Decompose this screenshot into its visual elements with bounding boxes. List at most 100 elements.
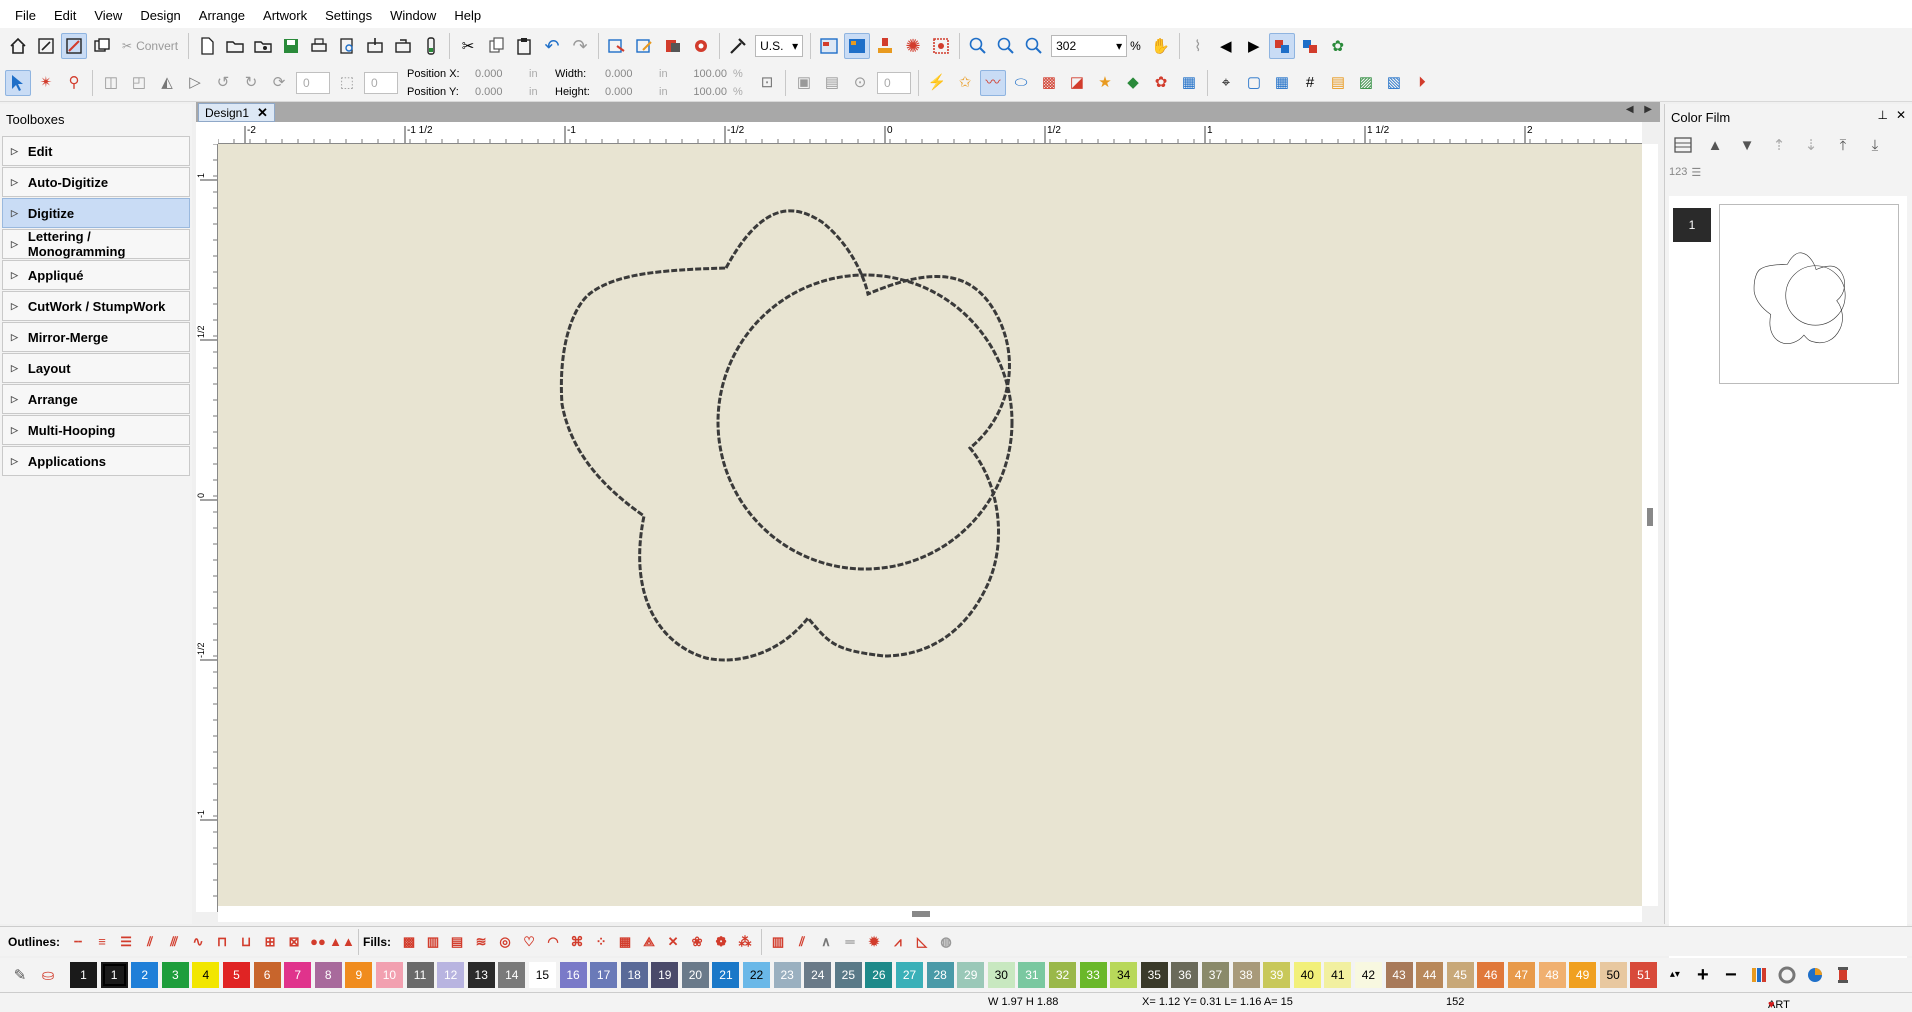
select-by-color-icon[interactable] [604,33,630,59]
ungroup-icon[interactable]: ▤ [819,70,845,96]
position-x-field[interactable]: 0.000 [475,65,523,83]
applique-icon[interactable]: ◪ [1064,70,1090,96]
print-preview-icon[interactable] [334,33,360,59]
group-spinner[interactable]: 0 [877,71,911,94]
stamp-icon[interactable] [872,33,898,59]
skew-spinner[interactable]: 0 [364,71,398,94]
fill-sketch-icon[interactable]: ⫽ [791,931,813,953]
cross-stitch-line-icon[interactable]: ⊠ [283,931,305,953]
color-swatch[interactable]: 8 [314,962,342,988]
beads-icon[interactable]: ●● [307,931,329,953]
color-swatch[interactable]: 14 [498,962,526,988]
toolbox-edit[interactable]: ▷ Edit [2,136,190,166]
fill-pattern-icon[interactable]: ▩ [1036,70,1062,96]
color-swatch[interactable]: 12 [437,962,465,988]
rotate-left-icon[interactable]: ↺ [210,70,236,96]
fill-triangles-icon[interactable]: ⟁ [638,931,660,953]
toolbox-arrange[interactable]: ▷ Arrange [2,384,190,414]
fill-swirl-icon[interactable]: ❀ [686,931,708,953]
fill-flourish-icon[interactable]: ❁ [710,931,732,953]
toolbox-auto-digitize[interactable]: ▷ Auto-Digitize [2,167,190,197]
ruler-icon[interactable]: ═ [839,931,861,953]
sequence-numbers-toggle[interactable]: 123 [1669,166,1687,179]
toolbox-layout[interactable]: ▷ Layout [2,353,190,383]
paste-icon[interactable] [511,33,537,59]
hoop-grid-icon[interactable]: ▦ [1269,70,1295,96]
write-to-card-icon[interactable] [390,33,416,59]
skew-icon[interactable]: ⬚ [334,70,360,96]
sequence-icon[interactable] [632,33,658,59]
color-swatch[interactable]: 38 [1232,962,1260,988]
fill-lace-icon[interactable]: ⌘ [566,931,588,953]
color-swatch[interactable]: 28 [926,962,954,988]
color-swatch[interactable]: 9 [345,962,373,988]
hoop-icon[interactable]: ▢ [1241,70,1267,96]
edit-mode-icon[interactable] [33,33,59,59]
rotate-group-icon[interactable]: ⊙ [847,70,873,96]
color-swatch[interactable]: 26 [865,962,893,988]
open-folder-icon[interactable] [222,33,248,59]
color-swatch[interactable]: 17 [590,962,618,988]
color-swatch[interactable]: 25 [834,962,862,988]
select-arrow-icon[interactable] [5,69,31,96]
toolbox-cutwork-stumpwork[interactable]: ▷ CutWork / StumpWork [2,291,190,321]
resize-icon[interactable]: ◰ [126,70,152,96]
color-swatch[interactable]: 5 [222,962,250,988]
compass-icon[interactable]: ∧ [815,931,837,953]
color-swatch[interactable]: 34 [1110,962,1138,988]
color-swatch[interactable]: 36 [1171,962,1199,988]
fill-crosshatch-icon[interactable]: ▩ [398,931,420,953]
color-swatch[interactable]: 4 [192,962,220,988]
list-options-icon[interactable]: ☰ [1691,166,1701,179]
color-swatch[interactable]: 29 [957,962,985,988]
pan-hand-icon[interactable]: ✋ [1148,33,1174,59]
stitch-player-icon[interactable]: ⌇ [1185,33,1211,59]
color-swatch[interactable]: 31 [1018,962,1046,988]
move-to-bottom-icon[interactable]: ⤓ [1862,132,1888,158]
flower-outline[interactable] [559,209,1011,662]
color-swatch[interactable]: 19 [651,962,679,988]
table-icon[interactable]: ▤ [1325,70,1351,96]
copy-icon[interactable] [483,33,509,59]
background-icon[interactable]: ▨ [1353,70,1379,96]
shapes-icon[interactable]: ◆ [1120,70,1146,96]
move-to-top-icon[interactable]: ⤒ [1830,132,1856,158]
color-wheel-icon[interactable] [1774,962,1800,988]
satin-line-icon[interactable]: ⫻ [163,931,185,953]
freehand-icon[interactable]: 〰 [980,69,1006,96]
motif-line-icon[interactable]: ⫽ [139,931,161,953]
print-icon[interactable] [306,33,332,59]
color-swatch[interactable]: 3 [161,962,189,988]
grid-view-icon[interactable] [844,33,871,59]
triple-stitch-icon[interactable]: ≡ [91,931,113,953]
color-swatch[interactable]: 43 [1385,962,1413,988]
gridlines-icon[interactable]: # [1297,70,1323,96]
color-swatch[interactable]: 7 [284,962,312,988]
toolbox-mirror-merge[interactable]: ▷ Mirror-Merge [2,322,190,352]
color-swatch[interactable]: 48 [1538,962,1566,988]
color-swatch[interactable]: 42 [1354,962,1382,988]
triangles-icon[interactable]: ▲▲ [329,931,355,953]
convert-button[interactable]: ✂ Convert [122,39,178,53]
play-sequence-icon[interactable]: ⏵ [1409,70,1435,96]
color-swatch[interactable]: 49 [1569,962,1597,988]
toolbox-lettering-monogramming[interactable]: ▷ Lettering / Monogramming [2,229,190,259]
color-swatch[interactable]: 21 [712,962,740,988]
color-swatch[interactable]: 51 [1630,962,1658,988]
color-swatch[interactable]: 30 [987,962,1015,988]
shape-icon[interactable]: ⬭ [1008,70,1034,96]
save-icon[interactable] [278,33,304,59]
spool-icon[interactable] [1830,962,1856,988]
globe-icon[interactable]: ◍ [935,931,957,953]
minus-icon[interactable]: − [1718,962,1744,988]
color-swatch[interactable]: 20 [681,962,709,988]
fill-pattern-icon[interactable]: ⁂ [734,931,756,953]
move-up-one-icon[interactable]: ⇡ [1766,132,1792,158]
close-icon[interactable]: ✕ [1896,108,1906,122]
fill-wave-icon[interactable]: ≋ [470,931,492,953]
pin-icon[interactable]: ⊥ [1877,108,1887,122]
fill-heart-icon[interactable]: ♡ [518,931,540,953]
hoop-view-icon[interactable] [816,33,842,59]
next-icon[interactable]: ▶ [1241,33,1267,59]
star-outline-icon[interactable]: ✩ [952,70,978,96]
